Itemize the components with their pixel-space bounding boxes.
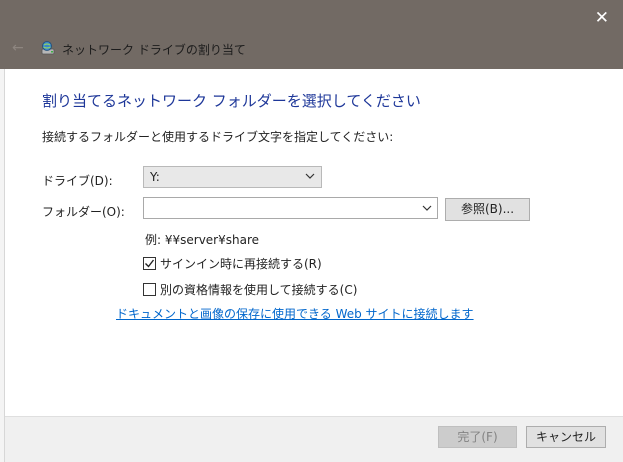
page-heading: 割り当てるネットワーク フォルダーを選択してください: [42, 92, 421, 110]
drive-label: ドライブ(D):: [42, 174, 113, 188]
instruction-text: 接続するフォルダーと使用するドライブ文字を指定してください:: [42, 130, 394, 144]
browse-button[interactable]: 参照(B)...: [445, 198, 530, 221]
cancel-button[interactable]: キャンセル: [526, 426, 606, 448]
example-path-text: 例: ¥¥server¥share: [145, 233, 260, 247]
back-arrow-icon[interactable]: ←: [12, 41, 24, 55]
folder-label: フォルダー(O):: [42, 205, 125, 219]
credentials-checkbox-row[interactable]: 別の資格情報を使用して接続する(C): [143, 281, 357, 298]
side-strip: [0, 69, 5, 462]
chevron-down-icon[interactable]: [422, 203, 432, 213]
finish-button[interactable]: 完了(F): [438, 426, 517, 448]
title-bar: ✕ ← ネットワーク ドライブの割り当て: [0, 0, 623, 69]
network-drive-icon: [41, 41, 55, 55]
reconnect-checkbox-row[interactable]: サインイン時に再接続する(R): [143, 255, 322, 272]
web-site-link[interactable]: ドキュメントと画像の保存に使用できる Web サイトに接続します: [116, 305, 474, 322]
credentials-checkbox[interactable]: [143, 283, 156, 296]
drive-select[interactable]: Y:: [143, 166, 322, 188]
drive-select-value: Y:: [150, 170, 160, 184]
map-network-drive-dialog: ✕ ← ネットワーク ドライブの割り当て 割り当てるネットワーク フォルダーを選…: [0, 0, 623, 462]
reconnect-label: サインイン時に再接続する(R): [160, 257, 322, 271]
chevron-down-icon: [305, 173, 315, 179]
close-icon[interactable]: ✕: [595, 10, 609, 27]
window-title: ネットワーク ドライブの割り当て: [62, 43, 246, 57]
folder-input[interactable]: [143, 197, 438, 219]
reconnect-checkbox[interactable]: [143, 257, 156, 270]
checkmark-icon: [145, 259, 155, 268]
credentials-label: 別の資格情報を使用して接続する(C): [160, 283, 358, 297]
